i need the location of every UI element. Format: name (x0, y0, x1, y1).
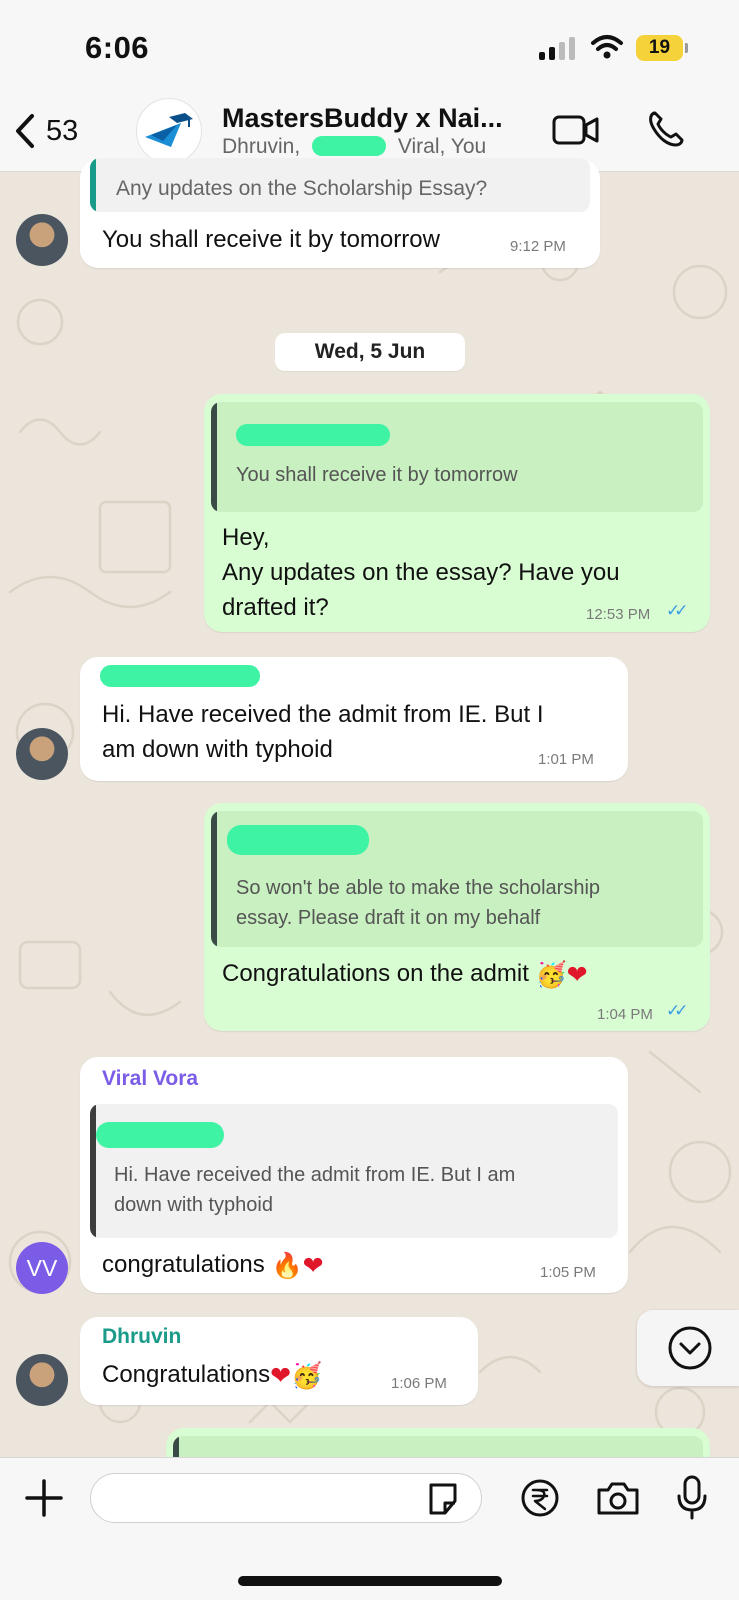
quote-text: Hi. Have received the admit from IE. But… (114, 1164, 516, 1186)
red-heart-emoji-icon: ❤ (302, 1251, 324, 1280)
reply-quote[interactable]: Hi. Have received the admit from IE. But… (90, 1104, 618, 1238)
message-text: Congratulations on the admit 🥳❤ (222, 956, 588, 992)
wifi-icon (591, 35, 623, 59)
message-bubble-outgoing[interactable]: So won't be able to make the scholarship… (204, 803, 710, 1031)
members-head: Dhruvin, (222, 135, 307, 158)
message-text: Hey, (222, 524, 270, 551)
rupee-payment-icon[interactable] (520, 1478, 560, 1518)
message-time: 9:12 PM (510, 238, 566, 255)
reply-quote[interactable]: Any updates on the Scholarship Essay? (90, 158, 590, 212)
message-time: 1:04 PM (597, 1006, 653, 1023)
message-input[interactable] (90, 1473, 482, 1523)
message-text-body: Congratulations (102, 1361, 271, 1388)
quote-text: down with typhoid (114, 1194, 273, 1216)
message-text-body: Congratulations on the admit (222, 960, 529, 987)
message-text: am down with typhoid (102, 736, 333, 763)
partying-face-emoji-icon: 🥳 (535, 960, 567, 989)
members-redacted (312, 136, 387, 156)
sticker-icon[interactable] (425, 1481, 461, 1517)
message-composer (0, 1457, 739, 1600)
clock: 6:06 (85, 30, 150, 65)
quote-bar (211, 402, 217, 512)
home-indicator (238, 1576, 502, 1586)
message-text: You shall receive it by tomorrow (102, 226, 440, 253)
sender-avatar[interactable] (16, 728, 68, 780)
quote-text: Any updates on the Scholarship Essay? (116, 177, 488, 200)
message-text: congratulations 🔥❤ (102, 1247, 324, 1283)
plus-icon[interactable] (24, 1478, 64, 1518)
quote-text: You shall receive it by tomorrow (236, 464, 518, 486)
back-button[interactable]: 53 (14, 111, 78, 151)
message-text: drafted it? (222, 594, 329, 621)
status-bar: 6:06 19 (0, 0, 739, 95)
redacted-name (227, 825, 369, 855)
reply-quote[interactable]: So won't be able to make the scholarship… (211, 811, 703, 947)
message-bubble-incoming[interactable]: Any updates on the Scholarship Essay? Yo… (80, 158, 600, 268)
unread-count: 53 (46, 114, 79, 147)
quote-bar (90, 1104, 96, 1238)
redacted-name (236, 424, 390, 446)
message-bubble-incoming[interactable]: Dhruvin Congratulations❤🥳 1:06 PM (80, 1317, 478, 1405)
group-members[interactable]: Dhruvin, Viral, You (222, 135, 486, 159)
redacted-sender-name (100, 665, 260, 687)
fire-emoji-icon: 🔥 (271, 1251, 303, 1280)
message-bubble-incoming[interactable]: Viral Vora Hi. Have received the admit f… (80, 1057, 628, 1293)
graduation-plane-logo-icon (145, 113, 193, 147)
message-time: 12:53 PM (586, 606, 651, 623)
partying-face-emoji-icon: 🥳 (291, 1361, 323, 1390)
phone-icon[interactable] (646, 109, 686, 149)
sender-avatar[interactable] (16, 1354, 68, 1406)
message-time: 1:05 PM (540, 1264, 596, 1281)
red-heart-emoji-icon: ❤ (270, 1361, 292, 1390)
quote-bar (211, 811, 217, 947)
message-text: Hi. Have received the admit from IE. But… (102, 701, 544, 728)
cellular-signal-icon (539, 36, 577, 60)
microphone-icon[interactable] (676, 1474, 708, 1520)
message-text: Any updates on the essay? Have you (222, 559, 620, 586)
camera-icon[interactable] (595, 1478, 641, 1518)
read-ticks-icon: ✓✓ (666, 601, 688, 620)
sender-name[interactable]: Viral Vora (102, 1067, 198, 1091)
message-text-body: congratulations (102, 1251, 265, 1278)
battery-tip (685, 43, 688, 53)
message-text: Congratulations❤🥳 (102, 1357, 322, 1393)
members-tail: Viral, You (392, 135, 487, 158)
message-time: 1:06 PM (391, 1375, 447, 1392)
video-call-icon[interactable] (552, 113, 600, 147)
quote-text: essay. Please draft it on my behalf (236, 907, 541, 929)
quote-text: So won't be able to make the scholarship (236, 877, 601, 899)
quote-bar (90, 158, 96, 212)
redacted-name (96, 1122, 224, 1148)
date-separator: Wed, 5 Jun (275, 333, 465, 371)
message-bubble-incoming[interactable]: Hi. Have received the admit from IE. But… (80, 657, 628, 781)
group-name[interactable]: MastersBuddy x Nai... (222, 103, 503, 134)
sender-name[interactable]: Dhruvin (102, 1325, 181, 1349)
message-bubble-outgoing[interactable]: You shall receive it by tomorrow Hey, An… (204, 394, 710, 632)
battery-indicator: 19 (636, 35, 683, 61)
message-time: 1:01 PM (538, 751, 594, 768)
back-chevron-icon (16, 114, 34, 148)
scroll-to-bottom-button[interactable] (637, 1310, 739, 1386)
reply-quote[interactable]: You shall receive it by tomorrow (211, 402, 703, 512)
chevron-down-icon (668, 1326, 712, 1370)
read-ticks-icon: ✓✓ (666, 1001, 688, 1020)
red-heart-emoji-icon: ❤ (566, 960, 588, 989)
sender-avatar-initials[interactable]: VV (16, 1242, 68, 1294)
sender-avatar[interactable] (16, 214, 68, 266)
group-avatar[interactable] (136, 98, 202, 164)
